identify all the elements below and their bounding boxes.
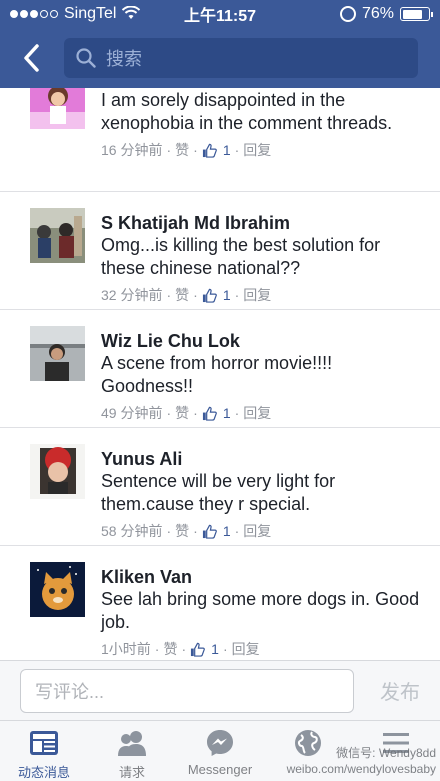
comment-list: I am sorely disappointed in the xenophob…	[0, 88, 440, 660]
news-feed-icon	[30, 731, 58, 755]
search-placeholder: 搜索	[106, 49, 142, 69]
comment-author[interactable]: Yunus Ali	[101, 448, 421, 470]
comment-timestamp: 32 分钟前	[101, 287, 163, 303]
like-link[interactable]: 赞	[175, 403, 189, 423]
reply-link[interactable]: 回复	[243, 140, 271, 160]
battery-icon	[400, 7, 433, 21]
like-count: 1	[211, 641, 219, 657]
like-link[interactable]: 赞	[175, 521, 189, 541]
thumbs-up-icon	[202, 288, 217, 303]
search-input[interactable]: 搜索	[64, 38, 418, 78]
comment-timestamp: 1小时前	[101, 641, 151, 657]
like-count: 1	[222, 287, 231, 303]
comment-text: Sentence will be very light for them.cau…	[101, 471, 336, 514]
comment-meta: 58 分钟前 · 赞 · 1 · 回复	[101, 521, 272, 541]
like-link[interactable]: 赞	[175, 285, 189, 305]
comment-timestamp: 58 分钟前	[101, 523, 163, 539]
comment-author[interactable]: Wiz Lie Chu Lok	[101, 330, 421, 352]
comment-text: I am sorely disappointed in the xenophob…	[101, 90, 393, 133]
comment-composer: 写评论... 发布	[0, 660, 440, 720]
comment-timestamp: 49 分钟前	[101, 405, 163, 421]
comment-timestamp: 16 分钟前	[101, 142, 163, 158]
tab-requests[interactable]: 请求	[88, 721, 176, 781]
reply-link[interactable]: 回复	[243, 285, 271, 305]
wifi-icon	[122, 5, 141, 23]
signal-strength-icon	[10, 10, 58, 18]
chevron-left-icon	[24, 44, 39, 72]
comment-input[interactable]: 写评论...	[20, 668, 354, 713]
top-navigation-bar: 搜索	[0, 28, 440, 88]
battery-percent: 76%	[361, 5, 394, 22]
tab-label: 请求	[118, 765, 145, 780]
like-count: 1	[222, 405, 231, 421]
comment-item: I am sorely disappointed in the xenophob…	[0, 88, 440, 192]
avatar[interactable]	[30, 444, 85, 499]
comment-meta: 16 分钟前 · 赞 · 1 · 回复	[101, 140, 272, 160]
reply-link[interactable]: 回复	[243, 403, 271, 423]
comment-text: See lah bring some more dogs in. Good jo…	[101, 589, 420, 632]
comment-meta: 32 分钟前 · 赞 · 1 · 回复	[101, 285, 272, 305]
avatar[interactable]	[30, 88, 85, 129]
like-link[interactable]: 赞	[163, 639, 177, 659]
tab-messenger[interactable]: Messenger	[176, 721, 264, 781]
back-button[interactable]	[16, 38, 46, 78]
tab-label: 动态消息	[17, 765, 70, 780]
status-bar: SingTel 上午11:57 76%	[0, 0, 440, 28]
avatar[interactable]	[30, 208, 85, 263]
comment-author[interactable]: S Khatijah Md Ibrahim	[101, 212, 421, 234]
comment-item: Wiz Lie Chu Lok A scene from horror movi…	[0, 310, 440, 428]
carrier-name: SingTel	[64, 5, 117, 22]
comment-author[interactable]: Kliken Van	[101, 566, 421, 588]
thumbs-up-icon	[202, 524, 217, 539]
watermark: 微信号: Wendy8dd weibo.com/wendylovesbaby	[286, 746, 436, 776]
like-count: 1	[222, 142, 231, 158]
like-count: 1	[222, 523, 231, 539]
rotation-lock-icon	[339, 6, 356, 22]
bottom-tab-bar: 动态消息 请求 Messenger 微信号: Wendy8dd weibo.co…	[0, 720, 440, 781]
avatar[interactable]	[30, 562, 85, 617]
thumbs-up-icon	[191, 642, 205, 657]
thumbs-up-icon	[202, 406, 217, 421]
comment-text: A scene from horror movie!!!! Goodness!!	[101, 353, 333, 396]
reply-link[interactable]: 回复	[232, 639, 260, 659]
tab-label: Messenger	[187, 762, 253, 777]
search-icon	[76, 48, 96, 68]
tab-news-feed[interactable]: 动态消息	[0, 721, 88, 781]
comment-item: Kliken Van See lah bring some more dogs …	[0, 546, 440, 660]
comment-meta: 1小时前 · 赞 · 1 · 回复	[101, 639, 260, 659]
comment-item: S Khatijah Md Ibrahim Omg...is killing t…	[0, 192, 440, 310]
like-link[interactable]: 赞	[175, 140, 189, 160]
reply-link[interactable]: 回复	[243, 521, 271, 541]
comment-text: Omg...is killing the best solution for t…	[101, 235, 381, 278]
friend-requests-icon	[118, 731, 146, 756]
comment-item: Yunus Ali Sentence will be very light fo…	[0, 428, 440, 546]
comment-meta: 49 分钟前 · 赞 · 1 · 回复	[101, 403, 272, 423]
avatar[interactable]	[30, 326, 85, 381]
messenger-icon	[207, 730, 233, 756]
post-button[interactable]: 发布	[380, 676, 420, 705]
thumbs-up-icon	[202, 143, 217, 158]
